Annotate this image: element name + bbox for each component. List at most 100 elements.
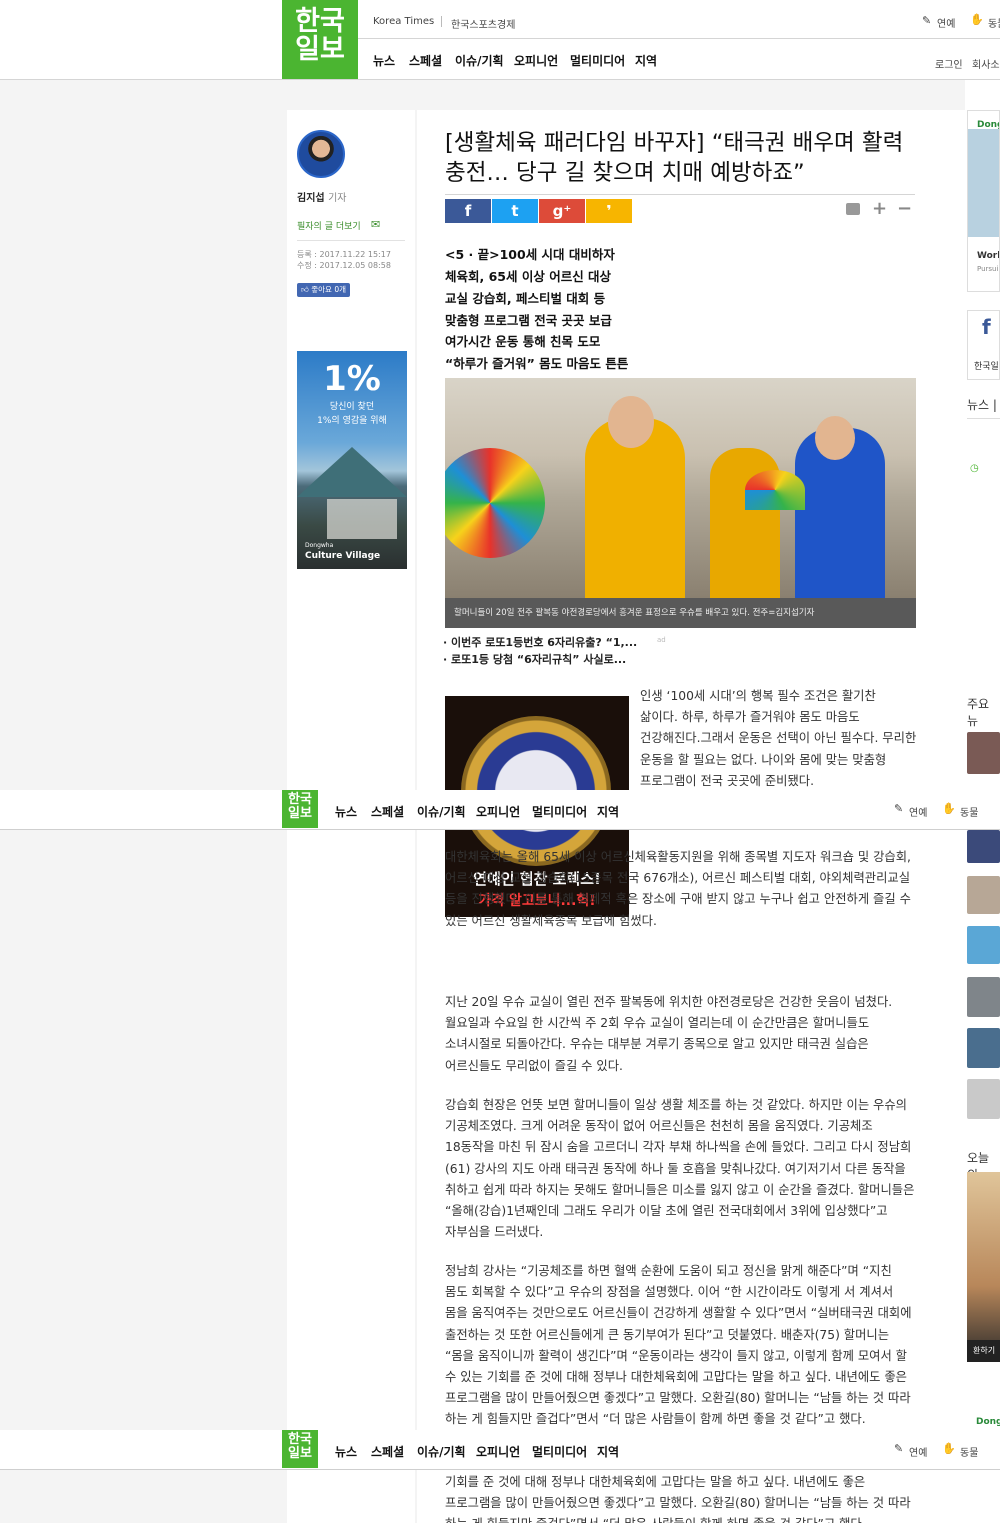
photo-face-right [815,416,855,460]
right-ad-sub: Pursui [977,265,999,273]
right-facebook-box[interactable]: f 한국일 [967,310,1000,380]
sticky2-animals-link[interactable]: 동물 [960,1444,978,1459]
right-thumb-6[interactable] [967,1028,1000,1068]
reporter-name[interactable]: 김지섭 기자 [297,189,347,204]
nav-opinion[interactable]: 오피니언 [514,52,558,69]
paragraph-6: 기회를 준 것에 대해 정부나 대한체육회에 고맙다는 말을 하고 싶다. 내년… [445,1475,911,1523]
photo-caption: 할머니들이 20일 전주 팔복동 야전경로당에서 흥겨운 표정으로 우슈를 배우… [445,598,916,628]
right-thumb-3[interactable] [967,876,1000,914]
site-logo[interactable]: 한국 일보 [282,0,358,79]
sticky2-nav-news[interactable]: 뉴스 [335,1443,357,1460]
sticky2-nav-multimedia[interactable]: 멀티미디어 [532,1443,587,1460]
sticky2-entertainment-link[interactable]: 연예 [909,1444,927,1459]
right-ad-brand: Dong [977,120,999,130]
sticky2-entertainment-icon[interactable]: ✎ [894,1442,903,1455]
sticky1-entertainment-icon[interactable]: ✎ [894,802,903,815]
facebook-icon: f [982,315,991,339]
animals-icon[interactable]: ✋ [970,13,984,26]
print-icon[interactable] [846,203,860,215]
subtitle-3: 교실 강습회, 페스티벌 대회 등 [445,291,606,306]
subtitle-2: 체육회, 65세 이상 어르신 대상 [445,269,612,284]
right-news-label: 뉴스 | [967,398,997,412]
sticky1-nav-special[interactable]: 스페셜 [371,803,404,820]
share-kakao[interactable]: ❜ [586,199,632,223]
sticky1-entertainment-link[interactable]: 연예 [909,804,927,819]
company-link[interactable]: 회사소 [972,56,1000,71]
sticky2-nav-special[interactable]: 스페셜 [371,1443,404,1460]
logo-line1: 한국 [295,6,345,37]
reporter-role: 기자 [328,193,347,204]
right-today-image[interactable]: 환하기 [967,1172,1000,1362]
entertainment-icon[interactable]: ✎ [922,14,931,27]
right-thumb-1[interactable] [967,732,1000,774]
mail-icon[interactable]: ✉ [371,218,380,231]
animals-link[interactable]: 동물 [988,15,1000,30]
font-plus-icon[interactable]: + [872,199,887,219]
sticky1-nav-multimedia[interactable]: 멀티미디어 [532,803,587,820]
ad-line1: 당신이 찾던 [329,402,375,412]
right-thumb-2[interactable] [967,830,1000,863]
sticky-logo-1[interactable]: 한국 일보 [282,790,318,828]
header-divider [358,38,1000,39]
reporter-avatar[interactable] [297,130,345,178]
subtitle-6: “하루가 즐거워” 몸도 마음도 튼튼 [445,356,629,371]
sticky2-animals-icon[interactable]: ✋ [942,1442,956,1455]
sticky1-nav-issue[interactable]: 이슈/기획 [417,803,466,820]
nav-issue[interactable]: 이슈/기획 [455,52,504,69]
ad-brand-small: Dongwha [305,542,334,549]
brand-korea-times[interactable]: Korea Times [373,16,434,27]
right-major-label: 주요뉴 [967,697,990,728]
brand-sports-economy[interactable]: 한국스포츠경제 [451,16,515,31]
sticky-logo-1-line1: 한국 [288,792,312,807]
ad-link-1[interactable]: · 이번주 로또1등번호 6자리유출? “1,... [443,634,637,650]
nav-region[interactable]: 지역 [635,52,657,69]
login-link[interactable]: 로그인 [935,56,963,71]
left-banner-ad[interactable]: 1% 당신이 찾던 1%의 영감을 위해 Dongwha Culture Vil… [297,351,407,569]
sticky-logo-2-line1: 한국 [288,1432,312,1447]
sticky1-nav-opinion[interactable]: 오피니언 [476,803,520,820]
logo-line2: 일보 [295,34,345,66]
ad-link-2[interactable]: · 로또1등 당첨 “6자리규칙” 사실로... [443,651,626,667]
sticky-logo-1-line2: 일보 [288,805,312,821]
subtitle-5: 여가시간 운동 통해 친목 도모 [445,334,601,349]
reporter-more-link[interactable]: 필자의 글 더보기 [297,219,361,232]
nav-multimedia[interactable]: 멀티미디어 [570,52,625,69]
paragraph-3: 지난 20일 우슈 교실이 열린 전주 팔복동에 위치한 야전경로당은 건강한 … [445,995,893,1073]
sticky2-nav-issue[interactable]: 이슈/기획 [417,1443,466,1460]
like-button[interactable]: 👍︎ 좋아요 0개 [297,283,350,297]
paragraph-1: 인생 ‘100세 시대’의 행복 필수 조건은 활기찬 삶이다. 하루, 하루가… [640,689,917,788]
photo-caption-text: 할머니들이 20일 전주 팔복동 야전경로당에서 흥겨운 표정으로 우슈를 배우… [454,608,815,618]
headline-line1: [생활체육 패러다임 바꾸자] “태극권 배우며 활력 [445,130,904,156]
nav-special[interactable]: 스페셜 [409,52,442,69]
headline-line2: 충전… 당구 길 찾으며 치매 예방하죠” [445,160,805,186]
right-thumb-4[interactable] [967,926,1000,964]
clock-icon: ◷ [970,463,979,474]
sticky1-nav-region[interactable]: 지역 [597,803,619,820]
sticky-logo-2[interactable]: 한국 일보 [282,1430,318,1468]
share-google[interactable]: g⁺ [539,199,585,223]
sticky1-animals-link[interactable]: 동물 [960,804,978,819]
sticky1-animals-icon[interactable]: ✋ [942,802,956,815]
right-thumb-7[interactable] [967,1079,1000,1119]
sticky-logo-2-line2: 일보 [288,1445,312,1461]
sticky2-nav-region[interactable]: 지역 [597,1443,619,1460]
share-facebook[interactable]: f [445,199,491,223]
ad-line2: 1%의 영감을 위해 [317,416,387,426]
right-ad-title: Worl [977,251,1000,261]
sticky1-nav-news[interactable]: 뉴스 [335,803,357,820]
entertainment-link[interactable]: 연예 [937,15,955,30]
sticky2-nav-opinion[interactable]: 오피니언 [476,1443,520,1460]
brand-divider [441,16,442,27]
sticky-header-2: 한국 일보 뉴스 스페셜 이슈/기획 오피니언 멀티미디어 지역 ✎ 연예 ✋ … [0,1430,1000,1470]
sticky-header-1: 한국 일보 뉴스 스페셜 이슈/기획 오피니언 멀티미디어 지역 ✎ 연예 ✋ … [0,790,1000,830]
share-twitter[interactable]: t [492,199,538,223]
article-headline: [생활체육 패러다임 바꾸자] “태극권 배우며 활력 충전… 당구 길 찾으며… [445,128,920,188]
right-ad[interactable]: Dong Worl Pursui [967,110,1000,292]
ad-building [327,499,397,539]
nav-news[interactable]: 뉴스 [373,52,395,69]
right-news-list [967,418,1000,680]
right-thumb-5[interactable] [967,977,1000,1017]
reporter-name-text: 김지섭 [297,193,325,204]
article-photo[interactable] [445,378,916,598]
font-minus-icon[interactable]: − [897,199,912,219]
